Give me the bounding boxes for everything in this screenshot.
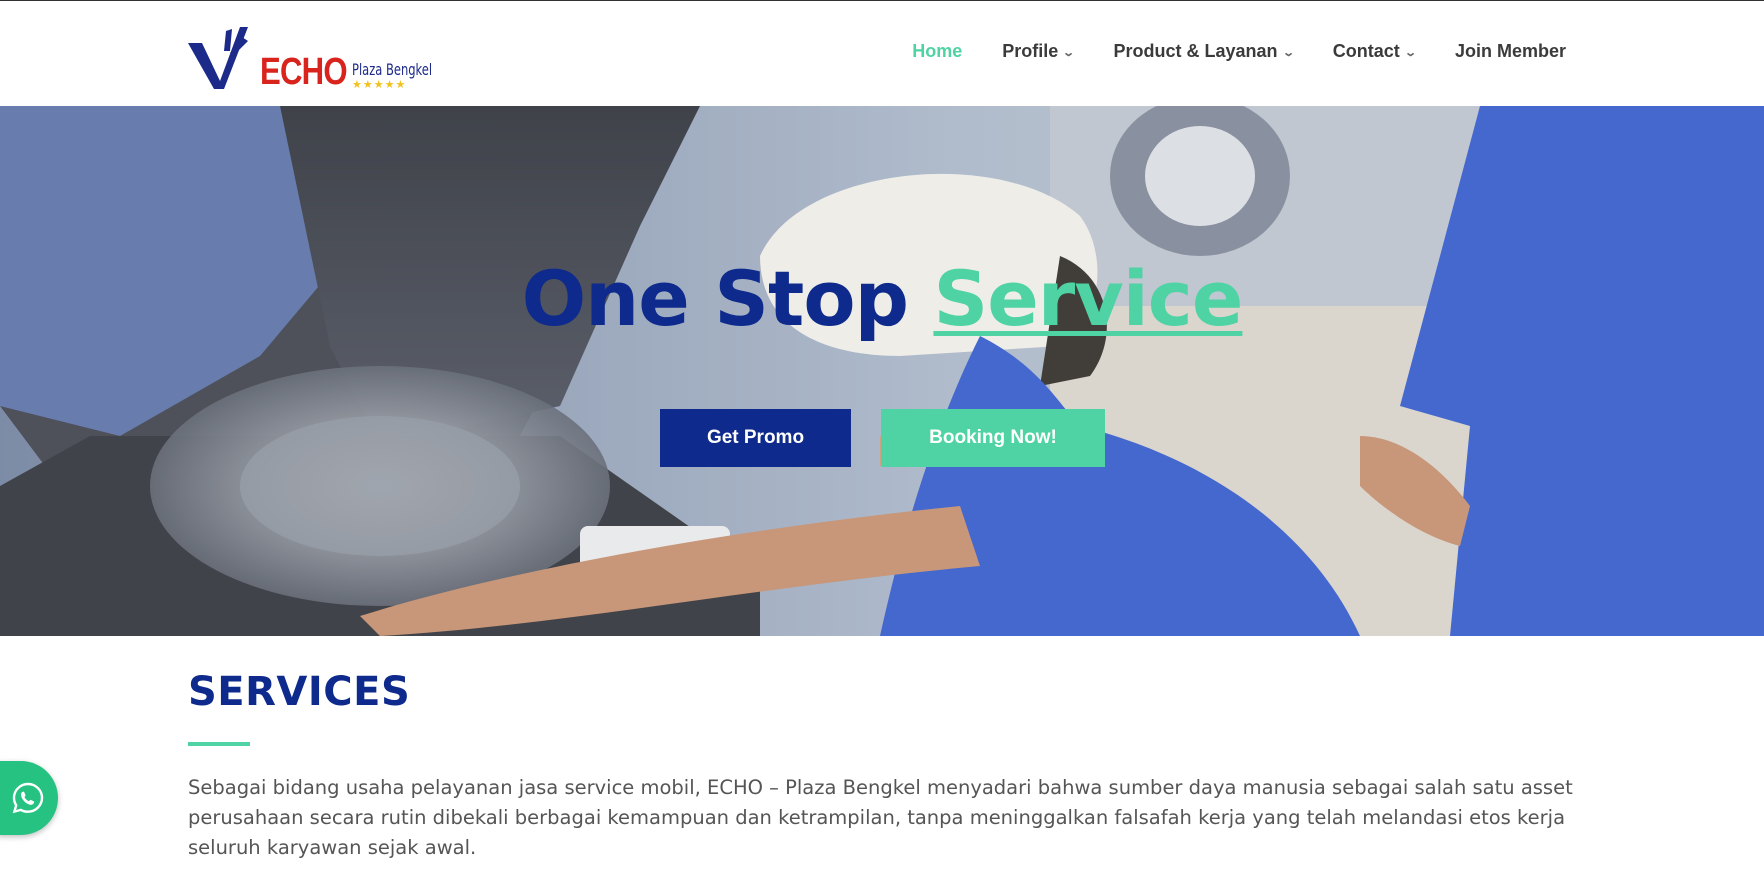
services-heading: SERVICES [188, 669, 411, 715]
section-divider [188, 742, 250, 746]
logo-wordmark: ECHO [260, 51, 348, 93]
logo-subtitle: Plaza Bengkel [352, 60, 433, 79]
logo-stars: ★★★★★ [352, 79, 407, 91]
nav-profile-label: Profile [1002, 41, 1059, 61]
site-logo[interactable]: ECHO Plaza Bengkel ★★★★★ [188, 25, 448, 95]
nav-home-label: Home [912, 41, 963, 61]
nav-join-member[interactable]: Join Member [1455, 41, 1566, 62]
nav-contact[interactable]: Contact ⌄ [1332, 41, 1417, 62]
hero-banner: One Stop Service Get Promo Booking Now! [0, 106, 1764, 636]
hero-title: One Stop Service [0, 261, 1764, 337]
booking-now-button[interactable]: Booking Now! [881, 409, 1105, 467]
nav-home[interactable]: Home [912, 41, 962, 62]
hero-title-part1: One Stop [521, 254, 909, 343]
whatsapp-floating-button[interactable] [0, 761, 58, 835]
chevron-down-icon: ⌄ [1062, 47, 1076, 59]
services-section: SERVICES Sebagai bidang usaha pelayanan … [188, 672, 1578, 863]
hero-overlay [0, 106, 1764, 636]
main-navigation: Home Profile ⌄ Product & Layanan ⌄ Conta… [912, 41, 1566, 62]
get-promo-button[interactable]: Get Promo [660, 409, 851, 467]
nav-profile[interactable]: Profile ⌄ [1002, 41, 1076, 62]
nav-contact-label: Contact [1332, 41, 1400, 61]
nav-join-member-label: Join Member [1454, 41, 1566, 61]
whatsapp-icon [12, 782, 44, 814]
chevron-down-icon: ⌄ [1403, 47, 1417, 59]
nav-product-layanan-label: Product & Layanan [1113, 41, 1278, 61]
nav-product-layanan[interactable]: Product & Layanan ⌄ [1113, 41, 1295, 62]
site-header: ECHO Plaza Bengkel ★★★★★ Home Profile ⌄ … [0, 1, 1764, 106]
hero-title-part2: Service [933, 254, 1243, 343]
logo-v-mark-icon [188, 27, 248, 89]
chevron-down-icon: ⌄ [1281, 47, 1295, 59]
services-description: Sebagai bidang usaha pelayanan jasa serv… [188, 776, 1573, 859]
